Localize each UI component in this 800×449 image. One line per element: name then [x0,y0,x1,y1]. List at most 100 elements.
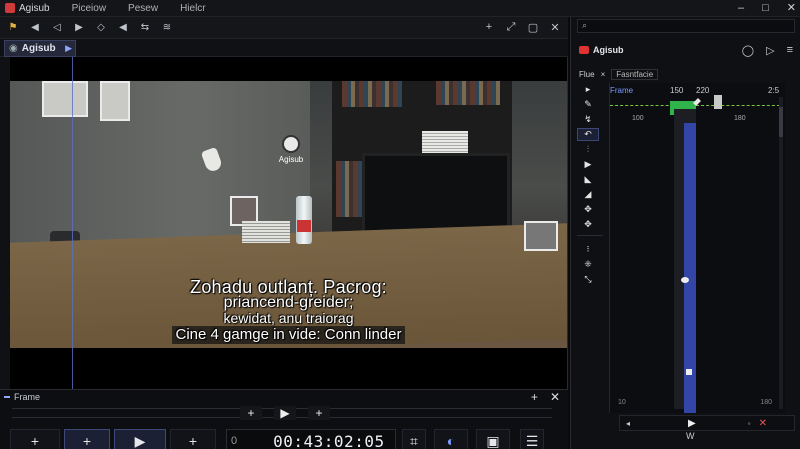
playhead-line[interactable] [72,57,73,389]
tool-pencil-icon[interactable]: ✎ [577,98,599,111]
audio-panel: ⌕ Agisub ◯ ▷ ≡ Flue × Fasntfacie ▸ ✎ ↯ ↶… [570,17,800,449]
square-icon[interactable]: ▢ [526,20,540,34]
add-icon[interactable]: + [482,20,496,34]
frame-panel-title: Frame [14,392,41,402]
add-button[interactable]: + [10,429,60,449]
frame-panel-header: Frame [4,392,40,402]
timecode-field[interactable]: 0 00:43:02:05 [226,429,396,449]
tool-column: ▸ ✎ ↯ ↶ ⫶ ▶ ◣ ◢ ✥ ✥ ⁝ ⁜ ⤡ [577,83,603,393]
frame-icon[interactable]: ▣ [476,429,510,449]
video-display[interactable]: Agisub Zohadu outlanț. Pacrog: priancend… [10,57,567,389]
timecode-value: 00:43:02:05 [273,431,385,449]
list-icon[interactable]: ☰ [520,429,544,449]
tool-select-icon[interactable]: ▸ [577,83,599,96]
back-icon[interactable]: ◀ [26,20,44,36]
menu-icon[interactable]: ≡ [787,44,793,57]
video-tab-row: ◉ Agisub ▶ [0,39,568,57]
scene-papers [242,221,290,243]
track-play-button[interactable]: ▶ [274,406,296,420]
logo-icon[interactable]: ⚑ [4,20,22,36]
menu-item-piceiow[interactable]: Piceiow [72,3,106,14]
scene-bottle [296,196,312,244]
tab-file[interactable]: Flue [579,70,595,79]
keyframe-marker-2[interactable] [686,369,692,375]
grid-icon[interactable]: ⌗ [402,429,426,449]
timeline-scrollbar[interactable] [779,97,783,409]
subtitle-overlay: Zohadu outlanț. Pacrog: priancend-greide… [10,277,567,344]
scene-papers [422,131,468,155]
play-outline-icon[interactable]: ▷ [766,44,774,57]
playback-controls: + + ▶ + 0 00:43:02:05 ⌗ ◐ ▣ ☰ [10,428,566,449]
keyframe-marker[interactable] [681,277,689,283]
tool-grip-icon[interactable]: ⁝ [577,243,599,256]
close-window-button[interactable]: ✕ [787,3,796,14]
tool-play-icon[interactable]: ▶ [577,158,599,171]
add-panel-button[interactable]: + [531,390,538,404]
tool-move-icon[interactable]: ✥ [577,203,599,216]
app-logo-icon [579,46,589,54]
tool-move-icon-2[interactable]: ✥ [577,218,599,231]
tool-undo-icon[interactable]: ↶ [577,128,599,141]
overlay-logo-text: Agisub [278,155,304,164]
forward-icon[interactable]: ▶ [70,20,88,36]
tool-grid-icon[interactable]: ⁜ [577,258,599,271]
footer-letter: W [686,431,695,441]
layers-icon[interactable]: ≋ [158,20,176,36]
tab-fasntfacie[interactable]: Fasntfacie [611,68,659,80]
track-add-button-2[interactable]: + [308,406,330,420]
tool-separator [577,235,603,243]
minimize-button[interactable]: – [738,3,744,14]
timeline-value-1: 150 [670,85,684,95]
volume-icon[interactable]: ◀ [114,20,132,36]
title-bar: Agisub Piceiow Pesew Hielcr – □ ✕ [0,0,800,17]
frame-panel: Frame + ✕ + ▶ + + + ▶ + 0 00:43:02:05 ⌗ … [0,389,568,449]
tool-resize-icon[interactable]: ⤡ [577,273,599,286]
close-panel-button[interactable]: ✕ [550,390,560,404]
timeline-footer-right: 180 [760,399,772,406]
tool-corner-right-icon[interactable]: ◢ [577,188,599,201]
track-add-button[interactable]: + [240,406,262,420]
loop-icon[interactable]: ◦ [748,419,751,428]
video-tab-label: Agisub [21,43,56,54]
end-marker[interactable] [714,95,722,109]
audio-timeline[interactable]: Frame 150 220 2:5 100 180 10 180 [609,83,785,413]
audio-play-button[interactable]: ▶ [688,418,696,429]
menu-item-hielcr[interactable]: Hielcr [180,3,206,14]
rewind-icon[interactable]: ◂ [626,419,630,428]
play-button[interactable]: ▶ [114,429,166,449]
video-panel: ⚑ ◀ ◁ ▶ ◇ ◀ ⇆ ≋ + ⤢ ▢ ✕ ◉ Agisub ▶ Agisu… [0,17,568,449]
audio-close-icon[interactable]: ✕ [759,418,767,429]
app-name: Agisub [19,2,50,14]
scrollbar-thumb[interactable] [779,107,783,137]
timeline-footer-left: 10 [618,399,626,406]
menu-bar: Piceiow Pesew Hielcr [72,3,206,14]
subtitle-line-1: Zohadu outlanț. Pacrog: [190,277,387,297]
eye-icon: ◉ [9,43,18,54]
dash-icon [4,396,10,398]
menu-item-pesew[interactable]: Pesew [128,3,158,14]
audio-icon[interactable]: ◇ [92,20,110,36]
track-buttons: + ▶ + [240,406,330,420]
app-logo-icon [5,3,15,13]
swap-icon[interactable]: ⇆ [136,20,154,36]
tab-file-close[interactable]: × [601,70,606,79]
window-controls: – □ ✕ [738,0,796,17]
expand-icon[interactable]: ⤢ [504,20,518,34]
add-button-2[interactable]: + [64,429,110,449]
scene-picture-frame [42,81,88,117]
search-input[interactable]: ⌕ [577,19,795,33]
waveform-bar[interactable] [674,109,696,413]
circle-icon[interactable]: ◯ [742,44,754,57]
audio-body: ▸ ✎ ↯ ↶ ⫶ ▶ ◣ ◢ ✥ ✥ ⁝ ⁜ ⤡ Frame 150 220 … [571,83,800,413]
seek-back-icon[interactable]: ◁ [48,20,66,36]
add-button-3[interactable]: + [170,429,216,449]
video-tab[interactable]: ◉ Agisub ▶ [4,40,76,57]
audio-panel-title: Agisub [593,45,624,55]
camera-icon[interactable]: ◐ [434,429,468,449]
tool-corner-left-icon[interactable]: ◣ [577,173,599,186]
tool-dots-icon[interactable]: ⫶ [577,143,599,156]
video-toolbar: ⚑ ◀ ◁ ▶ ◇ ◀ ⇆ ≋ + ⤢ ▢ ✕ [0,17,568,39]
tool-split-icon[interactable]: ↯ [577,113,599,126]
close-icon[interactable]: ✕ [548,20,562,34]
maximize-button[interactable]: □ [762,3,769,14]
